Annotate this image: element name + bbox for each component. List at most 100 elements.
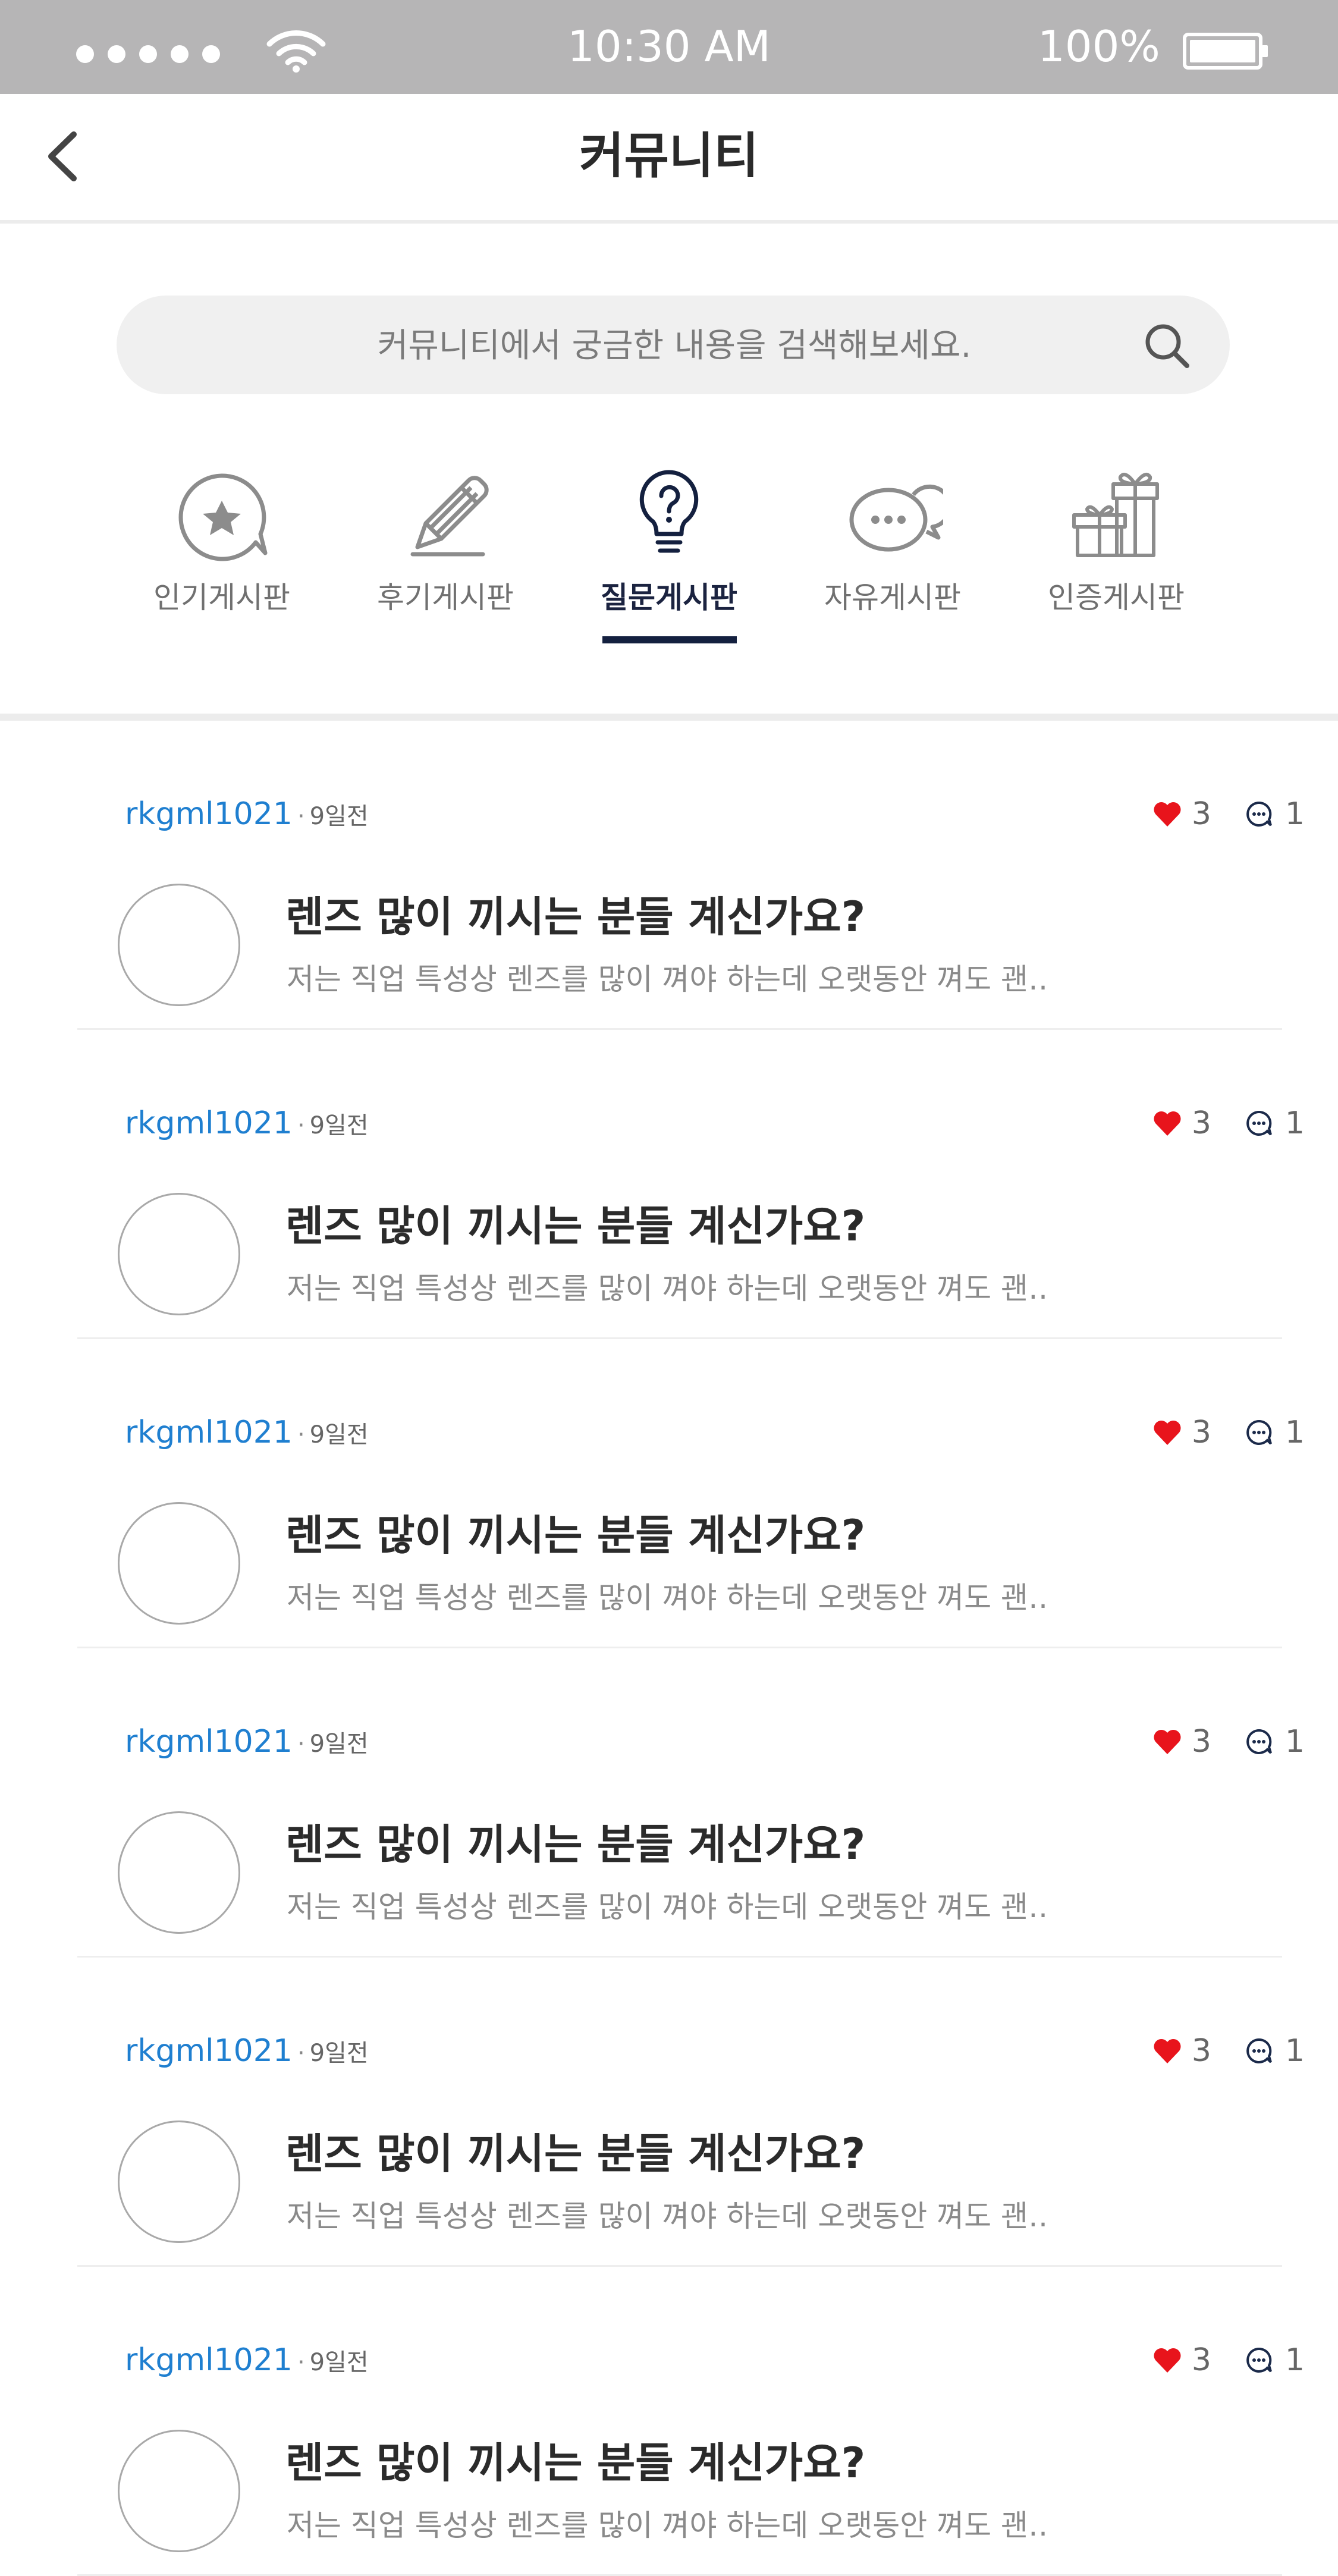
post-title[interactable]: 렌즈 많이 끼시는 분들 계신가요? xyxy=(285,2124,865,2184)
like-count: 3 xyxy=(1191,2342,1211,2378)
search-icon[interactable] xyxy=(1142,321,1192,370)
post-item[interactable]: rkgml1021 · 9일전 3 1 렌즈 많이 끼시는 분들 계신가요? 저는 … xyxy=(0,1339,1338,1648)
tab-label: 인증게시판 xyxy=(1048,580,1185,615)
heart-icon xyxy=(1154,1730,1181,1754)
author-name[interactable]: rkgml1021 xyxy=(125,1415,293,1450)
avatar xyxy=(118,1502,240,1625)
tab-label: 질문게시판 xyxy=(601,580,737,615)
comment-count: 1 xyxy=(1284,796,1305,832)
post-title[interactable]: 렌즈 많이 끼시는 분들 계신가요? xyxy=(285,1196,865,1256)
comment-count: 1 xyxy=(1284,2342,1305,2378)
post-stats: 3 1 xyxy=(1152,1412,1305,1453)
tab-popular-board[interactable]: 인기게시판 xyxy=(124,464,320,648)
lightbulb-question-icon xyxy=(639,470,699,553)
like-count: 3 xyxy=(1191,2033,1211,2069)
tab-label: 인기게시판 xyxy=(153,580,290,615)
post-title[interactable]: 렌즈 많이 끼시는 분들 계신가요? xyxy=(285,887,865,947)
avatar xyxy=(118,1193,240,1315)
comment-icon xyxy=(1246,1110,1272,1136)
meta-separator: · xyxy=(297,803,305,830)
heart-icon xyxy=(1154,2039,1181,2063)
post-item[interactable]: rkgml1021 · 9일전 3 1 렌즈 많이 끼시는 분들 계신가요? 저는 … xyxy=(0,1958,1338,2267)
header: 커뮤니티 xyxy=(0,94,1338,224)
author-name[interactable]: rkgml1021 xyxy=(125,2033,293,2069)
post-time: 9일전 xyxy=(309,2040,369,2067)
post-item[interactable]: rkgml1021 · 9일전 3 1 렌즈 많이 끼시는 분들 계신가요? 저는 … xyxy=(0,721,1338,1030)
post-title[interactable]: 렌즈 많이 끼시는 분들 계신가요? xyxy=(285,2433,865,2493)
avatar xyxy=(118,2121,240,2243)
post-time: 9일전 xyxy=(309,1421,369,1449)
comment-icon xyxy=(1246,1419,1272,1445)
like-count: 3 xyxy=(1191,1105,1211,1141)
battery-icon xyxy=(1183,33,1268,70)
post-stats: 3 1 xyxy=(1152,1102,1305,1144)
comment-icon xyxy=(1246,2347,1272,2373)
tab-certification-board[interactable]: 인증게시판 xyxy=(1018,464,1214,648)
post-stats: 3 1 xyxy=(1152,1721,1305,1763)
author-name[interactable]: rkgml1021 xyxy=(125,1724,293,1760)
comment-count: 1 xyxy=(1284,1105,1305,1141)
heart-icon xyxy=(1154,1421,1181,1445)
post-stats: 3 1 xyxy=(1152,2339,1305,2381)
post-excerpt: 저는 직업 특성상 렌즈를 많이 껴야 하는데 오랫동안 껴도 괜‥ xyxy=(287,2199,1048,2233)
tab-review-board[interactable]: 후기게시판 xyxy=(347,464,544,648)
avatar xyxy=(118,884,240,1006)
post-meta: rkgml1021 · 9일전 xyxy=(125,2339,369,2383)
author-name[interactable]: rkgml1021 xyxy=(125,2342,293,2378)
meta-separator: · xyxy=(297,2349,305,2376)
meta-separator: · xyxy=(297,1730,305,1758)
page-title: 커뮤니티 xyxy=(579,128,759,184)
heart-icon xyxy=(1154,1111,1181,1136)
tab-label: 자유게시판 xyxy=(824,580,961,615)
post-title[interactable]: 렌즈 많이 끼시는 분들 계신가요? xyxy=(285,1815,865,1874)
post-stats: 3 1 xyxy=(1152,2030,1305,2072)
meta-separator: · xyxy=(297,1421,305,1449)
author-name[interactable]: rkgml1021 xyxy=(125,796,293,832)
like-count: 3 xyxy=(1191,1415,1211,1450)
post-excerpt: 저는 직업 특성상 렌즈를 많이 껴야 하는데 오랫동안 껴도 괜‥ xyxy=(287,1271,1048,1306)
post-meta: rkgml1021 · 9일전 xyxy=(125,1412,369,1456)
comment-icon xyxy=(1246,2038,1272,2063)
post-excerpt: 저는 직업 특성상 렌즈를 많이 껴야 하는데 오랫동안 껴도 괜‥ xyxy=(287,962,1048,997)
post-item[interactable]: rkgml1021 · 9일전 3 1 렌즈 많이 끼시는 분들 계신가요? 저는 … xyxy=(0,2267,1338,2576)
post-stats: 3 1 xyxy=(1152,793,1305,835)
avatar xyxy=(118,1811,240,1934)
post-time: 9일전 xyxy=(309,1730,369,1758)
post-list: rkgml1021 · 9일전 3 1 렌즈 많이 끼시는 분들 계신가요? 저는 … xyxy=(0,721,1338,2576)
tab-free-board[interactable]: 자유게시판 xyxy=(794,464,991,648)
post-title[interactable]: 렌즈 많이 끼시는 분들 계신가요? xyxy=(285,1506,865,1565)
post-meta: rkgml1021 · 9일전 xyxy=(125,793,369,837)
gift-icon xyxy=(1072,473,1159,557)
comment-icon xyxy=(1246,1729,1272,1754)
post-time: 9일전 xyxy=(309,1112,369,1139)
author-name[interactable]: rkgml1021 xyxy=(125,1105,293,1141)
active-tab-indicator xyxy=(602,636,737,643)
status-bar: 10:30 AM 100% xyxy=(0,0,1338,94)
post-meta: rkgml1021 · 9일전 xyxy=(125,1721,369,1765)
comment-count: 1 xyxy=(1284,2033,1305,2069)
heart-icon xyxy=(1154,2348,1181,2373)
tab-question-board[interactable]: 질문게시판 xyxy=(571,464,767,648)
post-excerpt: 저는 직업 특성상 렌즈를 많이 껴야 하는데 오랫동안 껴도 괜‥ xyxy=(287,1581,1048,1615)
like-count: 3 xyxy=(1191,1724,1211,1760)
post-item[interactable]: rkgml1021 · 9일전 3 1 렌즈 많이 끼시는 분들 계신가요? 저는 … xyxy=(0,1648,1338,1958)
like-count: 3 xyxy=(1191,796,1211,832)
meta-separator: · xyxy=(297,2040,305,2067)
post-time: 9일전 xyxy=(309,2349,369,2376)
post-excerpt: 저는 직업 특성상 렌즈를 많이 껴야 하는데 오랫동안 껴도 괜‥ xyxy=(287,1890,1048,1924)
meta-separator: · xyxy=(297,1112,305,1139)
category-tabs: 인기게시판 후기게시판 질문게시판 자유게시판 인증게시판 xyxy=(0,464,1338,654)
search-bar[interactable] xyxy=(117,296,1232,395)
post-time: 9일전 xyxy=(309,803,369,830)
post-item[interactable]: rkgml1021 · 9일전 3 1 렌즈 많이 끼시는 분들 계신가요? 저는 … xyxy=(0,1030,1338,1339)
post-excerpt: 저는 직업 특성상 렌즈를 많이 껴야 하는데 오랫동안 껴도 괜‥ xyxy=(287,2508,1048,2543)
section-divider xyxy=(0,714,1338,721)
heart-icon xyxy=(1154,802,1181,827)
pencil-icon xyxy=(410,476,489,557)
comment-icon xyxy=(1246,801,1272,827)
star-speech-bubble-icon xyxy=(178,473,268,561)
chat-bubbles-icon xyxy=(849,484,943,552)
avatar xyxy=(118,2430,240,2552)
post-meta: rkgml1021 · 9일전 xyxy=(125,2030,369,2074)
search-input[interactable] xyxy=(117,296,1232,395)
